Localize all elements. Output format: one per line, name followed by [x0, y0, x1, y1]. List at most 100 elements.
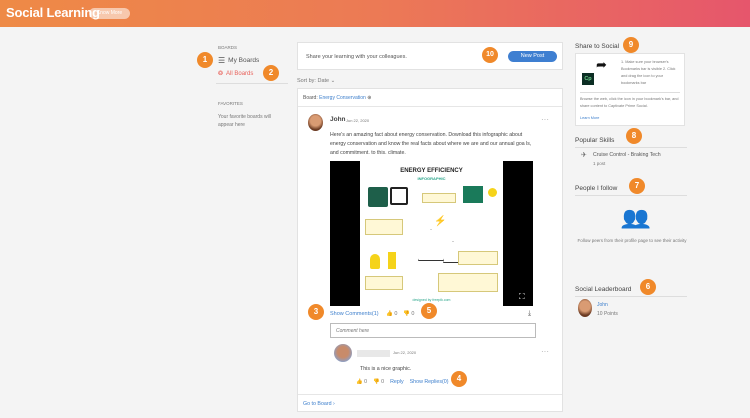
leader-name[interactable]: John: [597, 302, 608, 308]
comment-actions: 👍 0 👎 0 Reply Show Replies(0): [356, 379, 449, 385]
sidebar-item-my-boards[interactable]: ☰ My Boards: [218, 56, 259, 65]
sort-label: Sort by:: [297, 78, 316, 84]
callout-badge-1: 1: [197, 52, 213, 68]
sidebar-item-all-boards[interactable]: ❂ All Boards: [218, 70, 253, 78]
sort-dropdown[interactable]: Sort by: Date ⌄: [297, 78, 335, 84]
skill-post-count: 1 post: [593, 161, 606, 166]
boards-heading: BOARDS: [218, 45, 238, 50]
callout-badge-9: 9: [623, 37, 639, 53]
comment-options-icon[interactable]: ···: [541, 348, 549, 356]
app-header: Social Learning Know More: [0, 0, 750, 27]
go-to-board-label: Go to Board: [303, 401, 332, 407]
comment-text: This is a nice graphic.: [360, 366, 412, 372]
chevron-right-icon: ›: [333, 401, 335, 407]
board-label: Board:: [303, 95, 318, 101]
infographic-title: ENERGY EFFICIENCY: [400, 168, 463, 174]
like-count: 0: [394, 311, 398, 317]
favorites-heading: FAVORITES: [218, 101, 243, 106]
comment-date: Jun 22, 2020: [393, 350, 417, 355]
skill-name[interactable]: Cruise Control - Braking Tech: [593, 152, 661, 158]
globe-icon: ⊕: [367, 95, 372, 101]
download-icon[interactable]: ⤓: [528, 310, 531, 318]
leader-avatar[interactable]: [578, 299, 592, 317]
app-title: Social Learning: [6, 5, 100, 20]
reply-link[interactable]: Reply: [390, 379, 404, 385]
sun-icon: [488, 188, 497, 197]
new-post-button[interactable]: New Post: [508, 51, 557, 62]
callout-badge-3: 3: [308, 304, 324, 320]
cfl-bulb-icon: [388, 252, 396, 269]
thumbs-up-icon: 👍: [356, 379, 363, 385]
share-description: Browse the web, click the icon in your b…: [580, 97, 679, 108]
post-image[interactable]: ENERGY EFFICIENCY INFOGRAPHIC ⚡ designed…: [330, 161, 533, 306]
info-box: [422, 193, 456, 203]
composer-card: Share your learning with your colleagues…: [297, 42, 563, 70]
board-line: Board: Energy Conservation ⊕: [303, 95, 371, 101]
divider: [580, 92, 680, 93]
people-empty-text: Follow peers from their profile page to …: [577, 238, 687, 243]
post-date: Jun 22, 2020: [346, 118, 370, 123]
commenter-avatar[interactable]: [334, 344, 352, 362]
callout-badge-8: 8: [626, 128, 642, 144]
thumbs-down-icon: 👎: [403, 311, 410, 317]
go-to-board-link[interactable]: Go to Board ›: [303, 401, 335, 407]
share-steps: 1. Make sure your browser's Bookmarks ba…: [621, 60, 676, 85]
captivate-bookmarklet[interactable]: Cp: [582, 73, 594, 85]
leaderboard-title: Social Leaderboard: [575, 286, 687, 297]
thumbs-up-icon: 👍: [386, 311, 393, 317]
show-replies-link[interactable]: Show Replies(0): [410, 379, 449, 385]
share-card: ➦ Cp 1. Make sure your browser's Bookmar…: [575, 53, 685, 126]
dislike-button[interactable]: 👎 0: [403, 311, 414, 317]
globe-icon: ❂: [218, 71, 224, 77]
info-box: [365, 276, 403, 290]
sort-value: Date: [317, 78, 330, 84]
skill-icon: ✈: [581, 152, 587, 159]
author-name[interactable]: John: [330, 116, 346, 123]
divider: [298, 106, 562, 107]
favorites-empty-text: Your favorite boards will appear here: [218, 114, 271, 128]
solar-panel-icon: [463, 186, 483, 203]
commenter-name-redacted: [357, 350, 390, 357]
callout-badge-4: 4: [451, 371, 467, 387]
socket-icon: [390, 187, 408, 205]
info-box: [458, 251, 498, 265]
infographic-subtitle: INFOGRAPHIC: [417, 176, 446, 181]
board-link[interactable]: Energy Conservation: [319, 95, 366, 101]
author-avatar[interactable]: [308, 114, 323, 131]
like-button[interactable]: 👍 0: [386, 311, 397, 317]
callout-badge-10: 10: [482, 47, 498, 63]
infographic: ENERGY EFFICIENCY INFOGRAPHIC ⚡ designed…: [360, 161, 503, 306]
learn-more-link[interactable]: Learn More: [580, 116, 599, 120]
divider: [298, 394, 562, 395]
callout-badge-5: 5: [421, 303, 437, 319]
composer-prompt[interactable]: Share your learning with your colleagues…: [306, 54, 407, 60]
callout-badge-6: 6: [640, 279, 656, 295]
callout-badge-2: 2: [263, 65, 279, 81]
post-card: Board: Energy Conservation ⊕ John Jun 22…: [297, 88, 563, 412]
bulb-icon: [370, 254, 380, 269]
power-tower-icon: [418, 229, 444, 261]
comment-like-count: 0: [364, 379, 368, 385]
fullscreen-icon[interactable]: ⛶: [519, 292, 525, 302]
thumbs-down-icon: 👎: [373, 379, 380, 385]
my-boards-label: My Boards: [228, 57, 260, 64]
plug-icon: [368, 187, 388, 207]
infographic-credit: designed by freepik.com: [412, 298, 451, 302]
people-icon: 👤👤: [619, 210, 652, 229]
know-more-button[interactable]: Know More: [89, 8, 130, 19]
comment-input[interactable]: Comment here: [330, 323, 536, 338]
comment-dislike-count: 0: [381, 379, 385, 385]
divider: [216, 83, 288, 84]
callout-badge-7: 7: [629, 178, 645, 194]
info-box: [365, 219, 403, 235]
show-comments-link[interactable]: Show Comments(1): [330, 311, 379, 317]
leader-points: 10 Points: [597, 311, 618, 317]
post-body: Here's an amazing fact about energy cons…: [330, 132, 532, 156]
curved-arrow-icon: ➦: [596, 57, 607, 72]
more-options-icon[interactable]: ···: [541, 116, 549, 124]
comment-like-button[interactable]: 👍 0: [356, 379, 367, 385]
list-icon: ☰: [218, 56, 226, 65]
chevron-down-icon: ⌄: [330, 78, 336, 84]
comment-dislike-button[interactable]: 👎 0: [373, 379, 384, 385]
dislike-count: 0: [411, 311, 415, 317]
